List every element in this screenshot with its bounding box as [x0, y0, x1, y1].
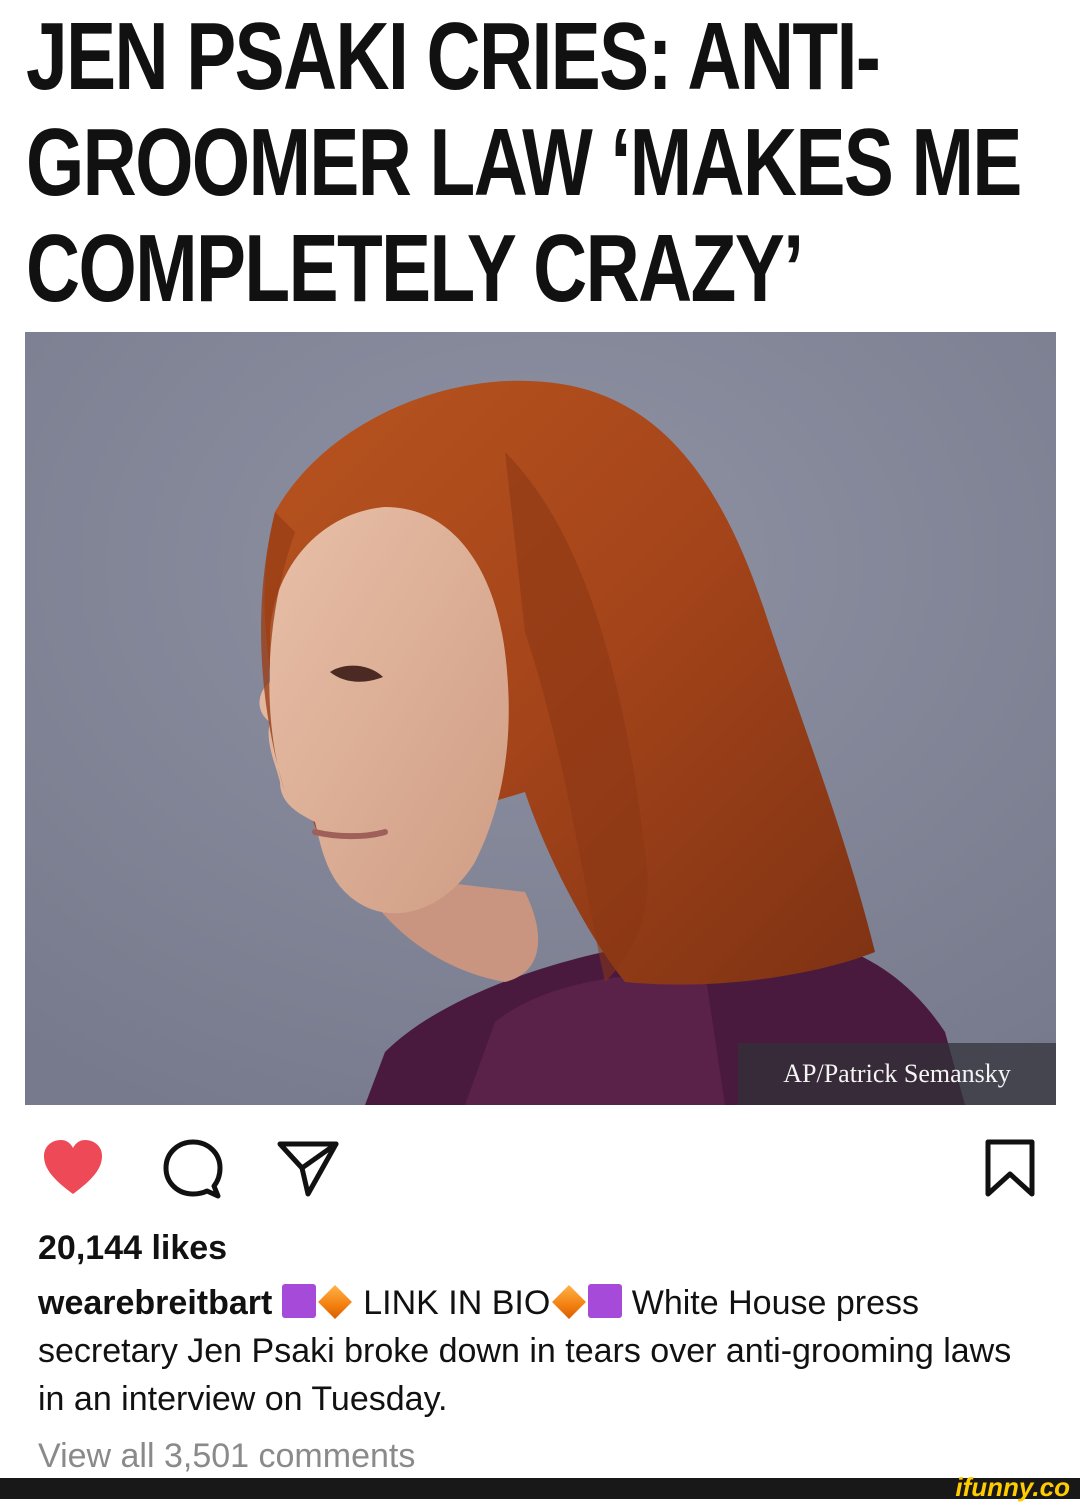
- watermark-bar: ifunny.co: [0, 1472, 1080, 1502]
- username-link[interactable]: wearebreitbart: [38, 1284, 272, 1322]
- purple-square-emoji: [281, 1284, 316, 1318]
- ifunny-watermark: ifunny.co: [955, 1472, 1070, 1502]
- headline-line-3: COMPLETELY CRAZY’: [26, 215, 804, 322]
- purple-square-emoji: [588, 1284, 623, 1318]
- bookmark-icon[interactable]: [978, 1136, 1044, 1202]
- post-photo[interactable]: AP/Patrick Semansky: [25, 332, 1056, 1105]
- heart-filled-icon[interactable]: [40, 1136, 106, 1202]
- paper-plane-icon[interactable]: [276, 1136, 342, 1202]
- caption-link-in-bio: LINK IN BIO: [363, 1284, 551, 1322]
- orange-diamond-emoji: [317, 1285, 352, 1319]
- portrait-illustration: [25, 332, 1056, 1105]
- post-caption: wearebreitbart LINK IN BIO White House p…: [38, 1279, 1038, 1423]
- headline: JEN PSAKI CRIES: ANTI- GROOMER LAW ‘MAKE…: [26, 4, 1056, 322]
- comment-bubble-icon[interactable]: [160, 1136, 226, 1202]
- likes-count[interactable]: 20,144 likes: [38, 1226, 227, 1270]
- orange-diamond-emoji: [552, 1285, 587, 1319]
- photo-credit: AP/Patrick Semansky: [738, 1043, 1056, 1105]
- headline-line-2: GROOMER LAW ‘MAKES ME: [26, 109, 1022, 216]
- view-all-comments-link[interactable]: View all 3,501 comments: [38, 1434, 415, 1478]
- headline-line-1: JEN PSAKI CRIES: ANTI-: [26, 3, 881, 110]
